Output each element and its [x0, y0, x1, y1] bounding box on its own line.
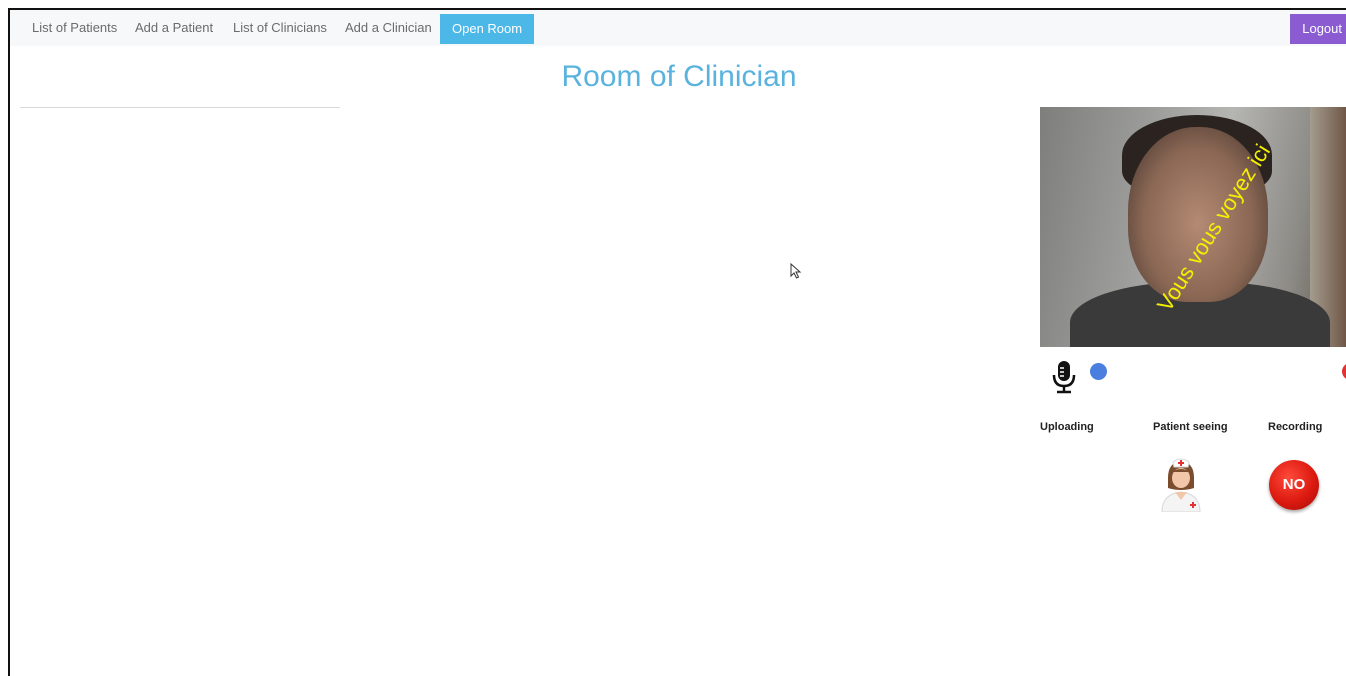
audio-level-indicator	[1090, 363, 1107, 380]
status-indicator-red	[1342, 363, 1346, 380]
nav-add-a-clinician[interactable]: Add a Clinician	[345, 10, 432, 46]
nav-list-of-clinicians[interactable]: List of Clinicians	[233, 10, 327, 46]
nav-list-of-patients[interactable]: List of Patients	[32, 10, 117, 46]
uploading-label: Uploading	[1040, 421, 1094, 433]
nurse-icon	[1158, 456, 1204, 517]
logout-button[interactable]: Logout	[1290, 14, 1346, 44]
mouse-cursor-icon	[790, 262, 802, 284]
app-frame: List of Patients Add a Patient List of C…	[8, 8, 1346, 676]
divider	[20, 107, 340, 108]
page-title: Room of Clinician	[561, 60, 797, 93]
nav-add-a-patient[interactable]: Add a Patient	[135, 10, 213, 46]
recording-status-badge: NO	[1269, 460, 1319, 510]
microphone-icon[interactable]	[1050, 360, 1078, 399]
nav-open-room[interactable]: Open Room	[440, 14, 535, 44]
patient-seeing-label: Patient seeing	[1153, 421, 1228, 433]
recording-label: Recording	[1268, 421, 1323, 433]
top-navbar: List of Patients Add a Patient List of C…	[10, 10, 1346, 46]
self-video-preview: Vous vous voyez ici	[1040, 107, 1346, 347]
